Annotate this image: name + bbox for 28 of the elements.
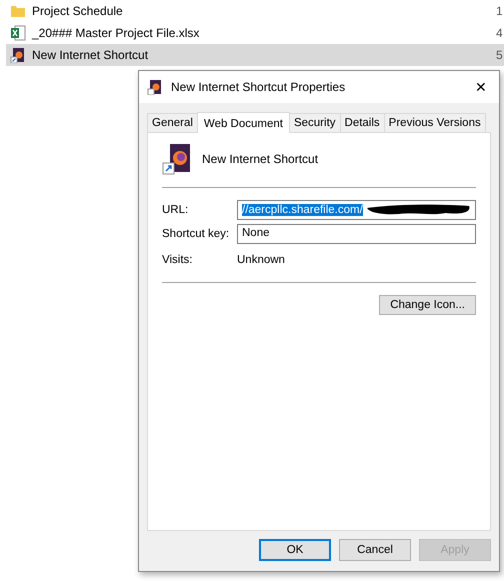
tab[interactable]: Previous Versions bbox=[384, 113, 486, 132]
file-row[interactable]: _20### Master Project File.xlsx 4 bbox=[6, 22, 504, 44]
shortcut-key-label: Shortcut key: bbox=[162, 228, 230, 240]
file-name: Project Schedule bbox=[32, 4, 124, 18]
spreadsheet-icon bbox=[10, 25, 26, 41]
shortcut-icon bbox=[147, 79, 163, 95]
folder-icon bbox=[10, 3, 26, 19]
file-row[interactable]: Project Schedule 1 bbox=[6, 0, 504, 22]
visits-value: Unknown bbox=[237, 254, 285, 266]
url-label: URL: bbox=[162, 204, 190, 216]
visits-label: Visits: bbox=[162, 254, 194, 266]
close-button[interactable]: ✕ bbox=[471, 79, 491, 95]
shortcut-key-field[interactable]: None bbox=[237, 224, 476, 244]
file-detail: 1 bbox=[496, 4, 504, 18]
dialog-button[interactable]: Cancel bbox=[339, 539, 411, 561]
file-name: New Internet Shortcut bbox=[32, 48, 150, 62]
file-detail: 5 bbox=[496, 48, 504, 62]
url-field[interactable]: //aercpllc.sharefile.com/ bbox=[237, 200, 476, 220]
file-detail: 4 bbox=[496, 26, 504, 40]
window-title: New Internet Shortcut Properties bbox=[171, 80, 346, 94]
shortcut-name: New Internet Shortcut bbox=[202, 152, 318, 166]
dialog-button[interactable]: OK bbox=[259, 539, 331, 561]
change-icon-button[interactable]: Change Icon... bbox=[379, 295, 476, 315]
file-name: _20### Master Project File.xlsx bbox=[32, 26, 200, 40]
file-row[interactable]: New Internet Shortcut 5 bbox=[6, 44, 504, 66]
tab[interactable]: Web Document bbox=[196, 112, 290, 133]
shortcut-icon bbox=[10, 47, 26, 63]
tab[interactable]: General bbox=[147, 113, 198, 132]
